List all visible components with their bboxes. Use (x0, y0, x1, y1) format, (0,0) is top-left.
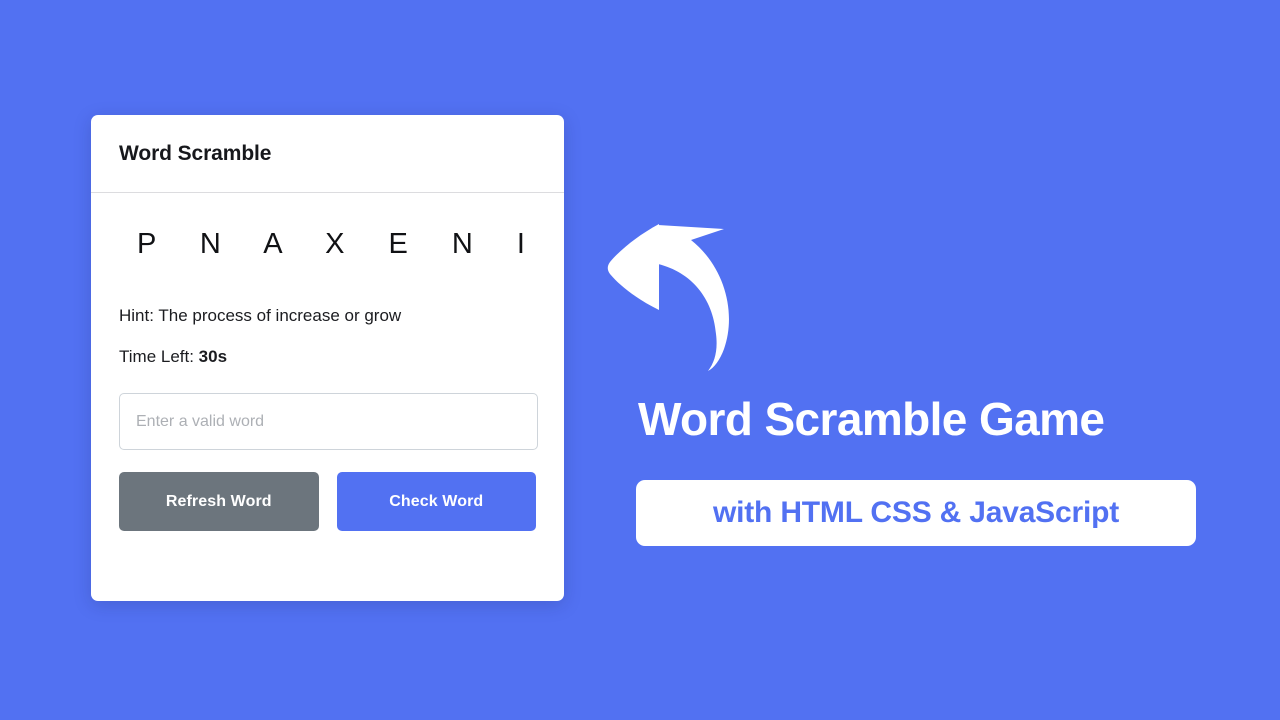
card-actions: Refresh Word Check Word (119, 472, 536, 532)
promo-badge: with HTML CSS & JavaScript (636, 480, 1196, 546)
word-input[interactable] (119, 393, 538, 451)
timer-text: Time Left: 30s (119, 346, 536, 368)
refresh-word-button[interactable]: Refresh Word (119, 472, 319, 532)
timer-value: 30s (198, 347, 228, 367)
scrambled-word-display: P N A X E N I O S (137, 228, 564, 260)
card-body: P N A X E N I O S Hint: The process of i… (91, 228, 564, 532)
card-header: Word Scramble (91, 115, 564, 193)
page-root: Word Scramble P N A X E N I O S Hint: Th… (0, 0, 1280, 720)
word-scramble-card: Word Scramble P N A X E N I O S Hint: Th… (91, 115, 564, 601)
card-title: Word Scramble (119, 141, 272, 165)
hint-text: Hint: The process of increase or grow (119, 306, 402, 325)
check-word-button[interactable]: Check Word (336, 472, 536, 532)
curved-arrow-up-left-icon (607, 224, 729, 371)
promo-badge-text: with HTML CSS & JavaScript (713, 496, 1119, 529)
promo-title: Word Scramble Game (638, 393, 1105, 445)
timer-label: Time Left: (119, 347, 199, 367)
